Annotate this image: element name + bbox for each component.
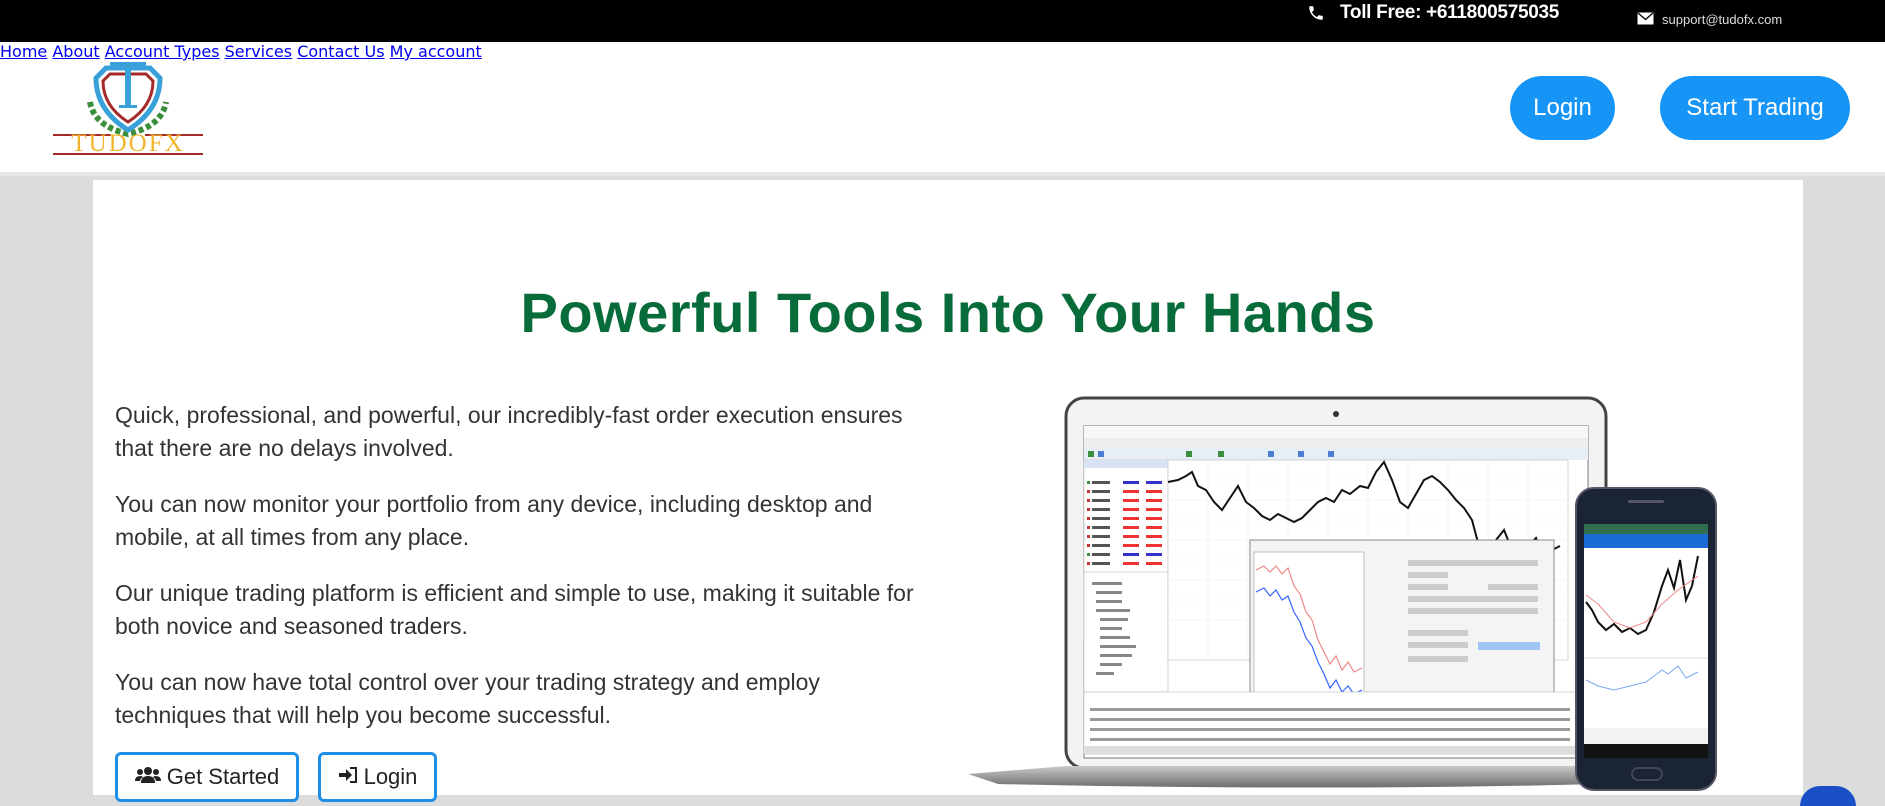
email-contact[interactable]: support@tudofx.com [1637, 10, 1782, 29]
sign-in-icon [338, 764, 358, 790]
header-login-button[interactable]: Login [1510, 76, 1615, 140]
powerful-tools-section: Powerful Tools Into Your Hands Quick, pr… [93, 180, 1803, 802]
main-nav: Home About Account Types Services Contac… [0, 42, 1885, 61]
toll-free-number: Toll Free: +611800575035 [1340, 2, 1560, 23]
feature-paragraph: You can now monitor your portfolio from … [115, 491, 873, 550]
login-label: Login [363, 764, 418, 789]
get-started-label: Get Started [166, 764, 280, 789]
support-email: support@tudofx.com [1662, 12, 1783, 27]
feature-paragraph: You can now have total control over your… [115, 669, 820, 728]
nav-contact-us[interactable]: Contact Us [297, 42, 384, 61]
nav-home[interactable]: Home [0, 42, 47, 61]
top-contact-bar: Toll Free: +611800575035 support@tudofx.… [0, 0, 1885, 42]
nav-my-account[interactable]: My account [390, 42, 482, 61]
feature-paragraph: Our unique trading platform is efficient… [115, 580, 914, 639]
feature-paragraph: Quick, professional, and powerful, our i… [115, 402, 903, 461]
tudofx-logo[interactable]: TUDOFX [50, 60, 205, 157]
nav-account-types[interactable]: Account Types [105, 42, 220, 61]
nav-about[interactable]: About [52, 42, 99, 61]
toll-free-contact[interactable]: Toll Free: +611800575035 [1306, 2, 1559, 24]
laptop-phone-image [968, 396, 1717, 791]
phone-device [1575, 487, 1717, 791]
start-trading-button[interactable]: Start Trading [1660, 76, 1850, 140]
phone-icon [1306, 3, 1326, 23]
envelope-icon [1637, 10, 1654, 29]
section-title: Powerful Tools Into Your Hands [520, 281, 1376, 344]
laptop-base [968, 766, 1668, 788]
floating-chat-button[interactable] [1800, 786, 1856, 806]
users-icon [134, 764, 161, 790]
nav-services[interactable]: Services [225, 42, 292, 61]
trading-platform-illustration [968, 390, 1818, 795]
site-header: TUDOFX Home About Account Types Services… [0, 42, 1885, 176]
logo-text: TUDOFX [71, 130, 184, 156]
